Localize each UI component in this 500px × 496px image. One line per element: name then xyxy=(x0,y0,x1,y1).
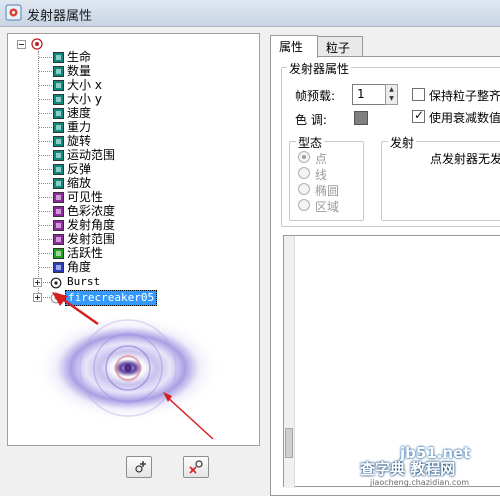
emitter-target-icon xyxy=(50,292,62,304)
title-bar: 发射器属性 xyxy=(0,0,500,27)
delete-icon xyxy=(189,460,203,474)
tree-item-label: 发射范围 xyxy=(67,232,116,246)
add-icon xyxy=(135,461,146,473)
group-legend-emit: 发射 xyxy=(388,134,417,151)
app-icon xyxy=(5,4,22,21)
property-icon xyxy=(53,80,64,91)
property-icon xyxy=(53,178,64,189)
frame-preload-input[interactable]: 1 xyxy=(352,84,386,105)
tree-item-life[interactable]: 生命 xyxy=(8,50,238,64)
tree-item-label: 运动范围 xyxy=(67,148,116,162)
tree-node-burst[interactable]: Burst xyxy=(8,275,238,289)
collapse-toggle[interactable] xyxy=(17,40,26,49)
frame-preload-spinner[interactable]: ▲ ▼ xyxy=(385,84,398,105)
property-icon xyxy=(53,66,64,77)
tab-properties[interactable]: 属性 xyxy=(270,35,318,58)
tree-item-emit-range[interactable]: 发射范围 xyxy=(8,232,238,246)
shape-option-label: 区域 xyxy=(315,200,340,214)
expand-toggle[interactable] xyxy=(33,278,42,287)
tree-item-bounce[interactable]: 反弹 xyxy=(8,162,238,176)
shape-radio-ellipse[interactable] xyxy=(298,183,310,195)
keep-particles-checkbox[interactable] xyxy=(412,88,425,101)
tree-item-label: 数量 xyxy=(67,64,92,78)
property-icon xyxy=(53,108,64,119)
frame-preload-label: 帧预载: xyxy=(295,89,336,103)
tree-item-label: 可见性 xyxy=(67,190,104,204)
scrollbar-thumb[interactable] xyxy=(285,428,293,458)
shape-option-label: 椭圆 xyxy=(315,184,340,198)
tree-item-color-intensity[interactable]: 色彩浓度 xyxy=(8,204,238,218)
tree-item-gravity[interactable]: 重力 xyxy=(8,120,238,134)
property-icon xyxy=(53,94,64,105)
property-icon xyxy=(53,136,64,147)
tree-item-label: 色彩浓度 xyxy=(67,204,116,218)
tree-item-label: 活跃性 xyxy=(67,246,104,260)
tree-item-label: 缩放 xyxy=(67,176,92,190)
shape-radio-point[interactable] xyxy=(298,151,310,163)
tab-particles[interactable]: 粒子 xyxy=(317,36,363,57)
shape-option-label: 线 xyxy=(315,168,328,182)
keep-particles-label: 保持粒子整齐 xyxy=(429,89,500,103)
tree-item-speed[interactable]: 速度 xyxy=(8,106,238,120)
watermark-site-name: 查字典 教程网 xyxy=(360,460,456,478)
watermark-url: jiaocheng.chazidian.com xyxy=(370,478,470,487)
expand-toggle[interactable] xyxy=(33,293,42,302)
property-icon xyxy=(53,164,64,175)
watermark: jb51.net 查字典 教程网 jiaocheng.chazidian.com xyxy=(360,444,500,490)
tree-item-label: 重力 xyxy=(67,120,92,134)
property-icon xyxy=(53,248,64,259)
vertical-scrollbar[interactable] xyxy=(284,236,295,488)
emitter-target-icon xyxy=(50,277,62,289)
property-icon xyxy=(53,150,64,161)
tree-item-count[interactable]: 数量 xyxy=(8,64,238,78)
spin-down-icon[interactable]: ▼ xyxy=(386,94,397,103)
tree-item-label: 生命 xyxy=(67,50,92,64)
tree-item-rotation[interactable]: 旋转 xyxy=(8,134,238,148)
tree-item-angle[interactable]: 角度 xyxy=(8,260,238,274)
spin-up-icon[interactable]: ▲ xyxy=(386,85,397,94)
tree-item-activity[interactable]: 活跃性 xyxy=(8,246,238,260)
use-decay-checkbox[interactable] xyxy=(412,108,425,123)
emit-description: 点发射器无发 xyxy=(430,152,500,166)
tree-item-label: 旋转 xyxy=(67,134,92,148)
tree-item-motion-range[interactable]: 运动范围 xyxy=(8,148,238,162)
tree-node-label: firecreaker05 xyxy=(65,290,158,306)
particle-preview-image xyxy=(33,318,223,423)
tree-item-label: 大小 y xyxy=(67,92,102,106)
tree-item-label: 发射角度 xyxy=(67,218,116,232)
tree-node-label: Burst xyxy=(67,275,101,288)
tree-item-size-y[interactable]: 大小 y xyxy=(8,92,238,106)
shape-option-label: 点 xyxy=(315,152,328,166)
tree-item-label: 反弹 xyxy=(67,162,92,176)
group-legend-shape: 型态 xyxy=(296,134,325,151)
tree-item-label: 大小 x xyxy=(67,78,102,92)
add-emitter-button[interactable] xyxy=(126,456,152,478)
tree-item-label: 角度 xyxy=(67,260,92,274)
window-title: 发射器属性 xyxy=(27,9,93,24)
tree-item-scale[interactable]: 缩放 xyxy=(8,176,238,190)
property-icon xyxy=(53,262,64,273)
property-icon xyxy=(53,122,64,133)
property-icon xyxy=(53,220,64,231)
property-icon xyxy=(53,192,64,203)
root-emitter-icon[interactable] xyxy=(31,38,43,50)
hue-color-swatch[interactable] xyxy=(354,111,368,125)
property-icon xyxy=(53,234,64,245)
property-icon xyxy=(53,206,64,217)
hue-label: 色 调: xyxy=(295,113,327,127)
shape-radio-area[interactable] xyxy=(298,199,310,211)
property-icon xyxy=(53,52,64,63)
shape-radio-line[interactable] xyxy=(298,167,310,179)
tree-item-label: 速度 xyxy=(67,106,92,120)
emitter-tree[interactable]: 生命 数量 大小 x 大小 y 速度 重力 旋转 运动范围 反弹 缩放 可见性 … xyxy=(7,33,260,446)
delete-emitter-button[interactable] xyxy=(183,456,209,478)
tree-item-emit-angle[interactable]: 发射角度 xyxy=(8,218,238,232)
tree-item-visibility[interactable]: 可见性 xyxy=(8,190,238,204)
tree-item-size-x[interactable]: 大小 x xyxy=(8,78,238,92)
group-legend-emitter: 发射器属性 xyxy=(287,60,352,77)
use-decay-label: 使用衰减数值 xyxy=(429,111,500,125)
tree-node-firecreaker05[interactable]: firecreaker05 xyxy=(8,290,238,306)
